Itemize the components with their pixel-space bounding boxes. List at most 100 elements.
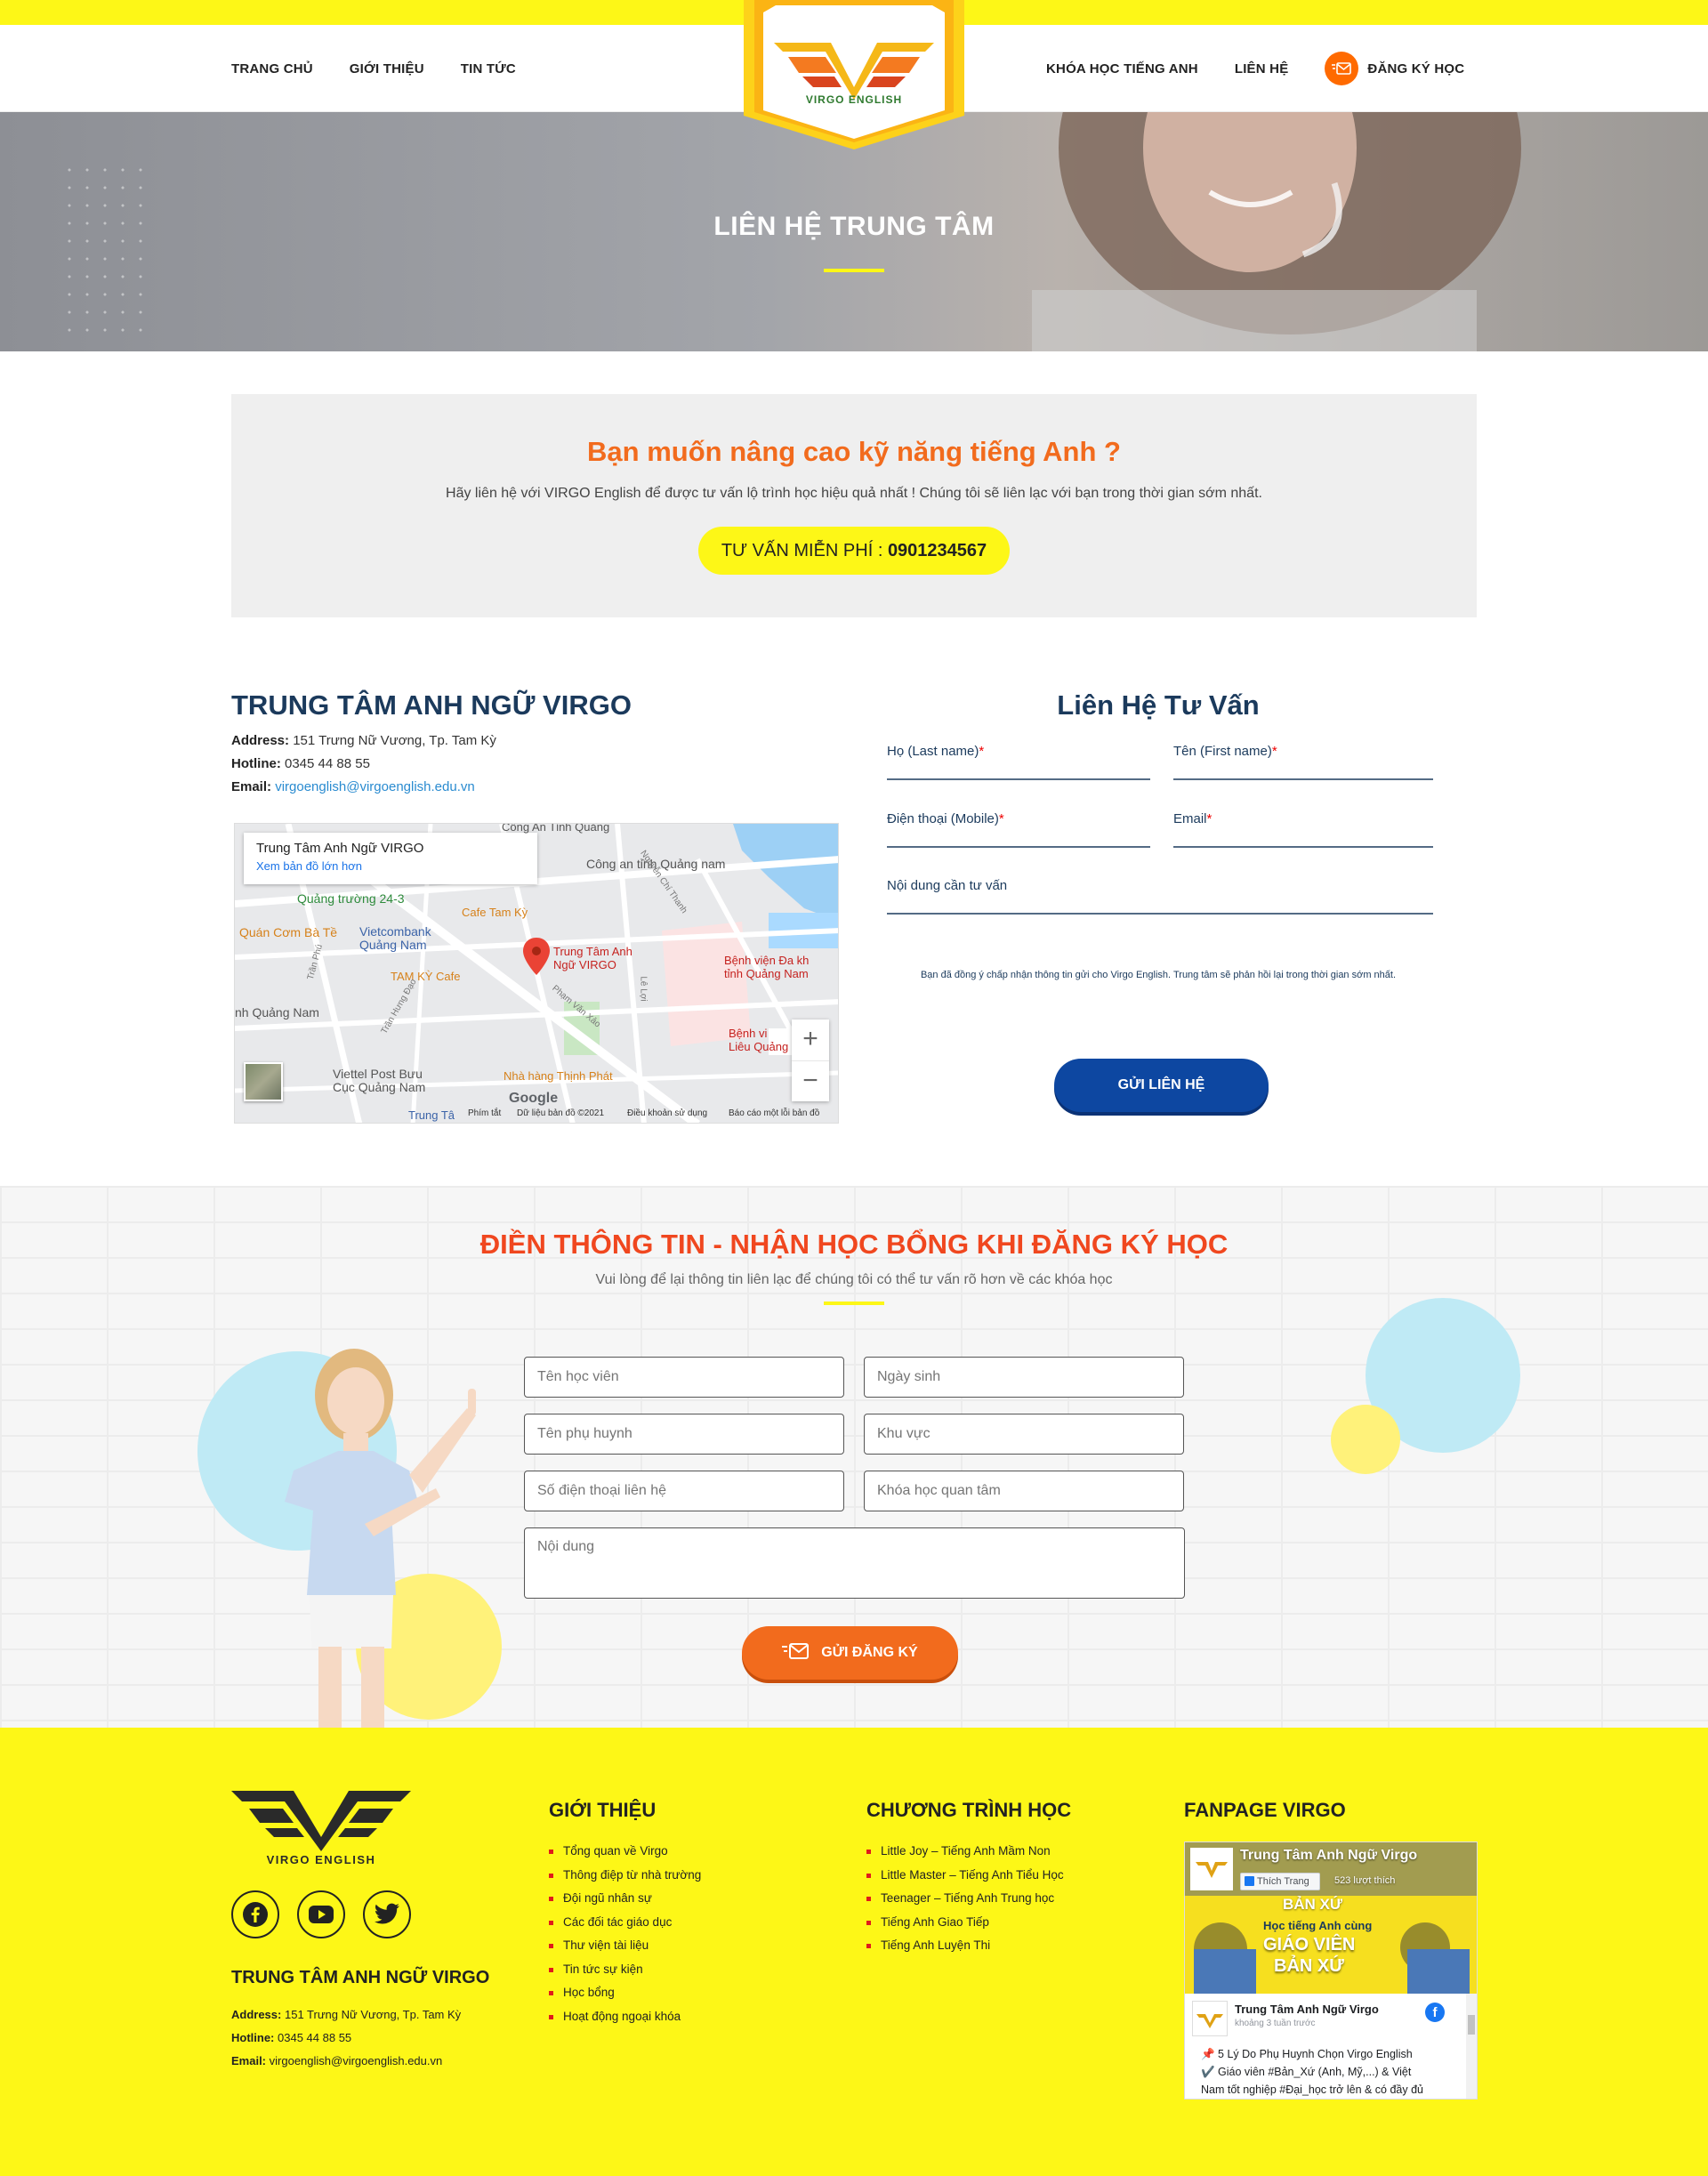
svg-text:VIRGO ENGLISH: VIRGO ENGLISH	[806, 93, 902, 106]
map-label: Viettel Post Bưu Cục Quảng Nam	[333, 1067, 426, 1094]
content-textarea[interactable]	[524, 1527, 1185, 1599]
nav-news[interactable]: TIN TỨC	[461, 61, 516, 77]
first-name-field[interactable]: Tên (First name)*	[1173, 744, 1433, 780]
student-name-input[interactable]	[524, 1357, 844, 1398]
footer-fanpage-column: FANPAGE VIRGO	[1184, 1799, 1346, 1840]
footer-about-column: GIỚI THIỆU Tổng quan về Virgo Thông điệp…	[549, 1799, 701, 2028]
last-name-input[interactable]	[887, 778, 1150, 780]
facebook-page-widget[interactable]: Trung Tâm Anh Ngữ Virgo Thích Trang 523 …	[1184, 1842, 1478, 2099]
google-map[interactable]: Trung Tâm Anh Ngữ VIRGO Xem bản đồ lớn h…	[234, 823, 839, 1124]
nav-about[interactable]: GIỚI THIỆU	[350, 61, 424, 77]
area-input[interactable]	[864, 1414, 1184, 1455]
map-footer-item[interactable]: Phím tắt	[468, 1108, 501, 1118]
free-consult-label: TƯ VẤN MIỄN PHÍ :	[721, 541, 888, 560]
banner-text: Học tiếng Anh cùng	[1263, 1919, 1373, 1932]
address-line: Address: 151 Trưng Nữ Vương, Tp. Tam Kỳ	[231, 733, 496, 748]
youtube-icon[interactable]	[297, 1890, 345, 1938]
consult-form-title: Liên Hệ Tư Vấn	[1057, 689, 1260, 721]
map-footer-item[interactable]: Báo cáo một lỗi bản đồ	[729, 1108, 819, 1118]
footer-contact-details: Address: 151 Trưng Nữ Vương, Tp. Tam Kỳ …	[231, 2003, 461, 2073]
footer-about-link[interactable]: Thông điệp từ nhà trường	[549, 1864, 701, 1888]
parent-name-input[interactable]	[524, 1414, 844, 1455]
title-underline	[824, 269, 884, 272]
like-page-label: Thích Trang	[1257, 1876, 1309, 1887]
free-consult-button[interactable]: TƯ VẤN MIỄN PHÍ : 0901234567	[697, 527, 1011, 575]
map-pin-icon[interactable]	[523, 938, 550, 975]
banner-text: BẢN XỨ	[1274, 1956, 1344, 1976]
map-label: Bệnh vi Liêu Quảng	[729, 1027, 789, 1053]
post-time: khoảng 3 tuần trước	[1235, 2019, 1316, 2028]
banner-text: BẢN XỨ	[1283, 1896, 1342, 1913]
nav-contact[interactable]: LIÊN HỆ	[1235, 61, 1289, 77]
post-body: 📌 5 Lý Do Phụ Huynh Chọn Virgo English ✔…	[1201, 2048, 1424, 2096]
like-page-button[interactable]: Thích Trang	[1240, 1873, 1320, 1890]
footer-about-link[interactable]: Thư viện tài liệu	[549, 1934, 701, 1958]
view-larger-map-link[interactable]: Xem bản đồ lớn hơn	[256, 859, 525, 873]
email-field[interactable]: Email*	[1173, 811, 1433, 848]
first-name-input[interactable]	[1173, 778, 1433, 780]
footer-hotline: Hotline: 0345 44 88 55	[231, 2031, 352, 2044]
zoom-in-button[interactable]: +	[792, 1019, 829, 1060]
footer-program-link[interactable]: Little Master – Tiếng Anh Tiểu Học	[866, 1864, 1071, 1888]
footer-program-link[interactable]: Little Joy – Tiếng Anh Mầm Non	[866, 1840, 1071, 1864]
phone-input[interactable]	[887, 846, 1150, 848]
nav-left: TRANG CHỦ GIỚI THIỆU TIN TỨC	[231, 25, 516, 112]
footer-program-link[interactable]: Teenager – Tiếng Anh Trung học	[866, 1887, 1071, 1911]
submit-registration-label: GỬI ĐĂNG KÝ	[821, 1645, 918, 1660]
facebook-icon: f	[1425, 2003, 1445, 2022]
cta-description: Hãy liên hệ với VIRGO English để được tư…	[446, 486, 1262, 501]
hotline-line: Hotline: 0345 44 88 55	[231, 756, 370, 771]
map-footer-item[interactable]: Điều khoản sử dụng	[627, 1108, 707, 1118]
fanpage-post: Trung Tâm Anh Ngữ Virgo khoảng 3 tuần tr…	[1185, 1994, 1468, 2099]
map-label: Công An Tỉnh Quảng	[502, 823, 610, 834]
nav-home[interactable]: TRANG CHỦ	[231, 61, 313, 77]
footer-about-link[interactable]: Tin tức sự kiện	[549, 1958, 701, 1982]
footer-about-link[interactable]: Hoạt động ngoại khóa	[549, 2005, 701, 2029]
send-contact-button[interactable]: GỬI LIÊN HỆ	[1054, 1059, 1269, 1112]
course-input[interactable]	[864, 1471, 1184, 1511]
title-underline	[824, 1302, 884, 1305]
footer-center-name: TRUNG TÂM ANH NGỮ VIRGO	[231, 1968, 490, 1987]
phone-field[interactable]: Điện thoại (Mobile)*	[887, 811, 1150, 848]
email-line: Email: virgoenglish@virgoenglish.edu.vn	[231, 779, 475, 794]
footer-program-link[interactable]: Tiếng Anh Giao Tiếp	[866, 1911, 1071, 1935]
phone-input[interactable]	[524, 1471, 844, 1511]
zoom-out-button[interactable]: −	[792, 1060, 829, 1101]
message-field[interactable]: Nội dung cần tư vấn	[887, 878, 1433, 915]
facebook-icon[interactable]	[231, 1890, 279, 1938]
last-name-label: Họ (Last name)*	[887, 744, 985, 759]
satellite-toggle[interactable]	[244, 1062, 283, 1101]
nav-courses[interactable]: KHÓA HỌC TIẾNG ANH	[1046, 61, 1198, 77]
nav-right: KHÓA HỌC TIẾNG ANH LIÊN HỆ ĐĂNG KÝ HỌC	[1046, 25, 1464, 112]
page-title: LIÊN HỆ TRUNG TÂM	[713, 212, 995, 241]
register-link[interactable]: ĐĂNG KÝ HỌC	[1325, 52, 1464, 85]
decor-circle	[1331, 1405, 1400, 1474]
site-logo[interactable]: VIRGO ENGLISH	[744, 0, 964, 149]
message-input[interactable]	[887, 913, 1433, 915]
footer-program-link[interactable]: Tiếng Anh Luyện Thi	[866, 1934, 1071, 1958]
mail-icon	[1325, 52, 1359, 85]
twitter-icon[interactable]	[363, 1890, 411, 1938]
post-author[interactable]: Trung Tâm Anh Ngữ Virgo	[1235, 2003, 1379, 2016]
cta-box: Bạn muốn nâng cao kỹ năng tiếng Anh ? Hã…	[231, 394, 1477, 617]
footer-about-link[interactable]: Học bổng	[549, 1981, 701, 2005]
mail-icon	[782, 1642, 810, 1664]
footer-about-link[interactable]: Đội ngũ nhân sự	[549, 1887, 701, 1911]
map-label: Cafe Tam Kỳ	[462, 906, 528, 919]
first-name-label: Tên (First name)*	[1173, 744, 1277, 759]
fanpage-name[interactable]: Trung Tâm Anh Ngữ Virgo	[1240, 1848, 1417, 1864]
fanpage-scrollbar[interactable]	[1466, 1994, 1477, 2099]
footer-logo[interactable]: VIRGO ENGLISH	[230, 1785, 413, 1872]
email-link[interactable]: virgoenglish@virgoenglish.edu.vn	[275, 779, 475, 794]
submit-registration-button[interactable]: GỬI ĐĂNG KÝ	[742, 1626, 958, 1680]
last-name-field[interactable]: Họ (Last name)*	[887, 744, 1150, 780]
footer-about-link[interactable]: Tổng quan về Virgo	[549, 1840, 701, 1864]
map-label: Quán Cơm Bà Tề	[239, 925, 338, 939]
dob-input[interactable]	[864, 1357, 1184, 1398]
scholarship-title: ĐIỀN THÔNG TIN - NHẬN HỌC BỔNG KHI ĐĂNG …	[479, 1229, 1229, 1260]
email-input[interactable]	[1173, 846, 1433, 848]
map-label: Nhà hàng Thịnh Phát	[504, 1069, 613, 1083]
footer-about-link[interactable]: Các đối tác giáo dục	[549, 1911, 701, 1935]
email-label: Email*	[1173, 811, 1213, 826]
scholarship-section: ĐIỀN THÔNG TIN - NHẬN HỌC BỔNG KHI ĐĂNG …	[0, 1186, 1708, 1728]
